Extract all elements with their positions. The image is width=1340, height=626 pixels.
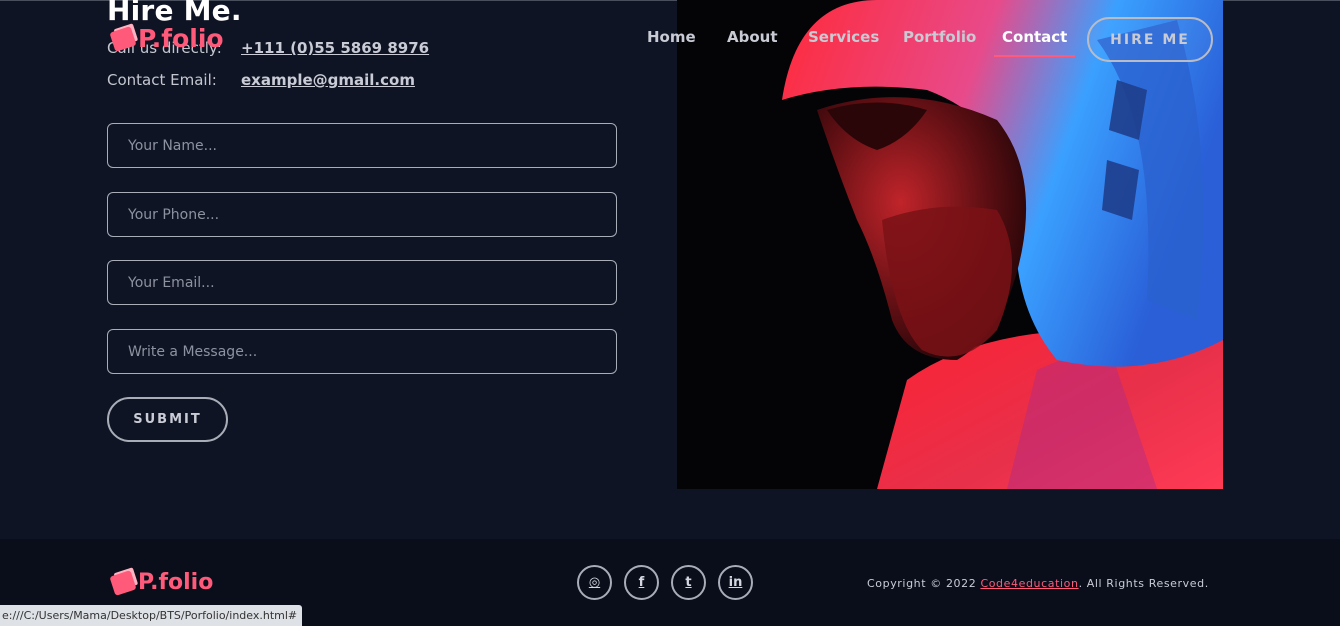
logo-cube-icon [109, 25, 137, 52]
linkedin-icon[interactable]: in [718, 565, 753, 600]
name-input[interactable] [107, 123, 617, 168]
logo-text: P.folio [138, 24, 224, 53]
site-logo[interactable]: P.folio [109, 24, 224, 53]
submit-button[interactable]: SUBMIT [107, 397, 228, 442]
copyright-prefix: Copyright © 2022 [867, 577, 981, 590]
nav-contact[interactable]: Contact [993, 28, 1076, 57]
hero-photo [677, 0, 1223, 489]
nav-home[interactable]: Home [647, 28, 696, 46]
hooded-figure-image [677, 0, 1223, 489]
facebook-icon[interactable]: f [624, 565, 659, 600]
browser-status-url: e:///C:/Users/Mama/Desktop/BTS/Porfolio/… [0, 605, 303, 626]
nav-about[interactable]: About [727, 28, 778, 46]
message-input[interactable] [107, 329, 617, 374]
instagram-icon[interactable]: ◎ [577, 565, 612, 600]
copyright-link[interactable]: Code4education [980, 577, 1078, 590]
logo-cube-icon [109, 569, 137, 596]
email-label: Contact Email: [107, 71, 217, 89]
nav-portfolio[interactable]: Portfolio [903, 28, 976, 46]
copyright-text: Copyright © 2022 Code4education. All Rig… [867, 577, 1209, 590]
nav-services[interactable]: Services [808, 28, 879, 46]
footer-logo[interactable]: P.folio [109, 569, 214, 596]
footer-logo-text: P.folio [138, 570, 214, 595]
phone-link[interactable]: +111 (0)55 5869 8976 [241, 39, 429, 57]
email-row: Contact Email: example@gmail.com [107, 71, 415, 89]
section-title: Hire Me. [107, 0, 242, 27]
hire-me-button[interactable]: HIRE ME [1087, 17, 1213, 62]
email-input[interactable] [107, 260, 617, 305]
phone-input[interactable] [107, 192, 617, 237]
twitter-icon[interactable]: t [671, 565, 706, 600]
email-link[interactable]: example@gmail.com [241, 71, 415, 89]
copyright-suffix: . All Rights Reserved. [1078, 577, 1209, 590]
